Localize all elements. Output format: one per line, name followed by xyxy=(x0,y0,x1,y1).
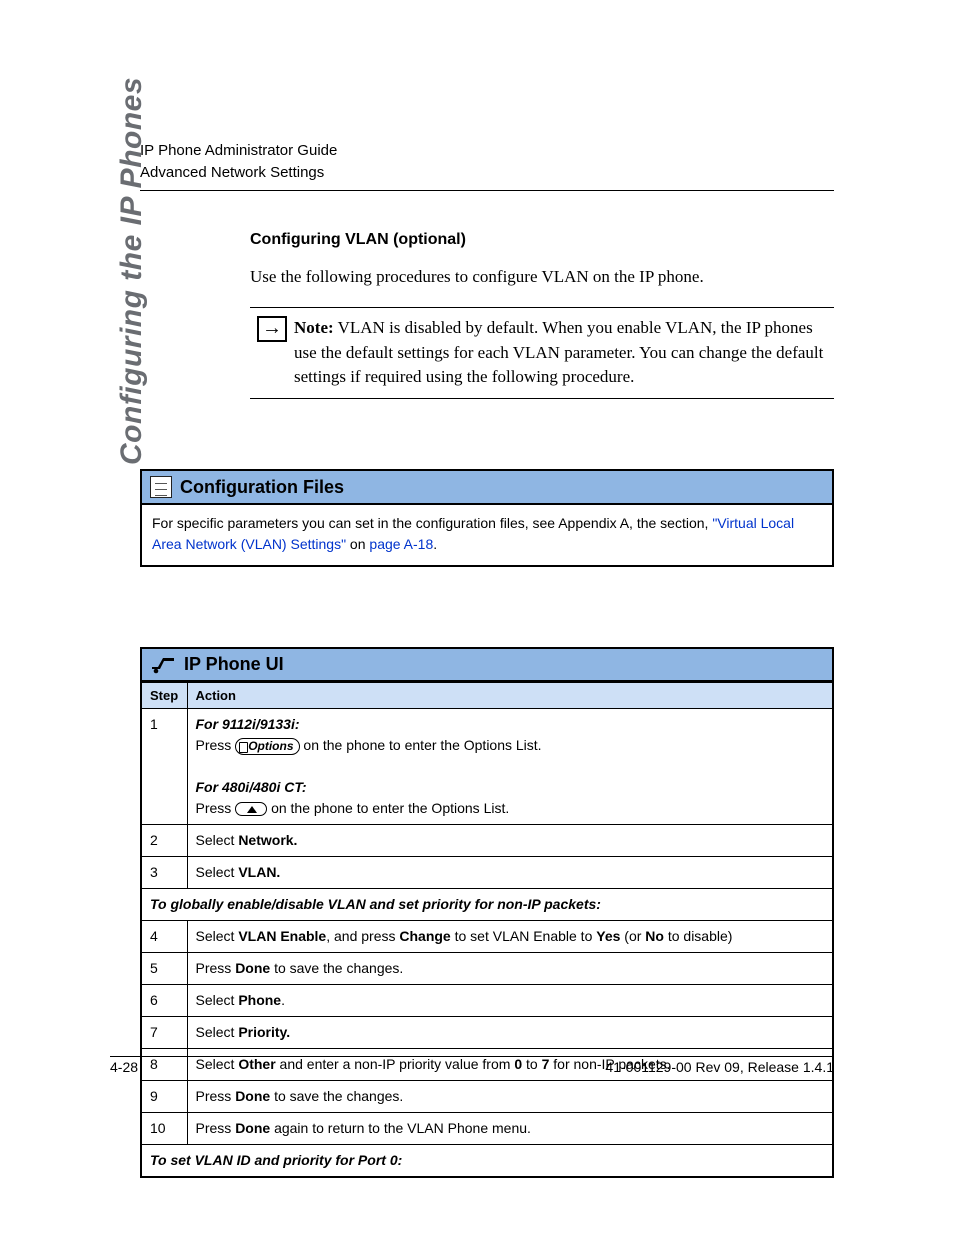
page-number: 4-28 xyxy=(110,1059,138,1075)
table-span-row: To set VLAN ID and priority for Port 0: xyxy=(141,1145,833,1178)
step-action: Select Network. xyxy=(187,825,833,857)
span-row-text: To set VLAN ID and priority for Port 0: xyxy=(141,1145,833,1178)
text: Select xyxy=(196,928,239,944)
table-row: 4 Select VLAN Enable, and press Change t… xyxy=(141,921,833,953)
ip-phone-ui-header: IP Phone UI xyxy=(140,647,834,682)
table-row: 1 For 9112i/9133i: Press Options on the … xyxy=(141,709,833,825)
bold-text: VLAN Enable xyxy=(238,928,326,944)
text: to disable) xyxy=(664,928,732,944)
page-footer: 4-28 41-001129-00 Rev 09, Release 1.4.1 xyxy=(110,1056,834,1075)
press-suffix-b: on the phone to enter the Options List. xyxy=(267,800,509,816)
step-num: 6 xyxy=(141,985,187,1017)
table-row: 6 Select Phone. xyxy=(141,985,833,1017)
press-text-b: Press xyxy=(196,800,236,816)
up-arrow-key-icon xyxy=(235,802,267,816)
config-files-header: Configuration Files xyxy=(140,469,834,505)
config-files-text-post: . xyxy=(433,536,437,552)
text: (or xyxy=(620,928,645,944)
bold-text: VLAN. xyxy=(238,864,280,880)
bold-text: Phone xyxy=(238,992,281,1008)
text: Select xyxy=(196,1024,239,1040)
step-action: Press Done to save the changes. xyxy=(187,1081,833,1113)
note-text: Note: VLAN is disabled by default. When … xyxy=(294,310,832,396)
arrow-right-icon xyxy=(257,316,287,342)
step-num: 1 xyxy=(141,709,187,825)
text: Press xyxy=(196,1120,236,1136)
press-suffix: on the phone to enter the Options List. xyxy=(300,737,542,753)
col-action: Action xyxy=(187,683,833,709)
bold-text: Done xyxy=(235,1088,270,1104)
bold-text: No xyxy=(645,928,664,944)
text: Select xyxy=(196,864,239,880)
chapter-side-tab: Configuring the IP Phones xyxy=(115,77,149,465)
step-action: Select Priority. xyxy=(187,1017,833,1049)
table-span-row: To globally enable/disable VLAN and set … xyxy=(141,889,833,921)
step-num: 10 xyxy=(141,1113,187,1145)
step-num: 7 xyxy=(141,1017,187,1049)
page-header: IP Phone Administrator Guide Advanced Ne… xyxy=(140,140,834,191)
options-key-icon: Options xyxy=(235,738,299,755)
bold-text: Done xyxy=(235,1120,270,1136)
col-step: Step xyxy=(141,683,187,709)
config-files-text-mid: on xyxy=(346,536,369,552)
note-label: Note: xyxy=(294,318,334,337)
config-files-text-pre: For specific parameters you can set in t… xyxy=(152,515,712,531)
header-section-title: Advanced Network Settings xyxy=(140,162,834,184)
step-action: Press Done to save the changes. xyxy=(187,953,833,985)
bold-text: Network. xyxy=(238,832,297,848)
bold-text: Priority. xyxy=(238,1024,290,1040)
step-action: For 9112i/9133i: Press Options on the ph… xyxy=(187,709,833,825)
text: again to return to the VLAN Phone menu. xyxy=(270,1120,531,1136)
step-action: Select VLAN Enable, and press Change to … xyxy=(187,921,833,953)
step-action: Select Phone. xyxy=(187,985,833,1017)
bold-text: Done xyxy=(235,960,270,976)
note-body: VLAN is disabled by default. When you en… xyxy=(294,318,823,386)
note-box: Note: VLAN is disabled by default. When … xyxy=(250,307,834,399)
subsection-intro: Use the following procedures to configur… xyxy=(250,265,834,290)
subsection-title: Configuring VLAN (optional) xyxy=(250,231,834,249)
header-rule xyxy=(140,190,834,191)
link-page-a18[interactable]: page A-18 xyxy=(369,536,433,552)
document-icon xyxy=(150,476,172,498)
text: to save the changes. xyxy=(270,960,403,976)
table-row: 2 Select Network. xyxy=(141,825,833,857)
table-row: 7 Select Priority. xyxy=(141,1017,833,1049)
step-num: 4 xyxy=(141,921,187,953)
step-action: Select VLAN. xyxy=(187,857,833,889)
table-row: 9 Press Done to save the changes. xyxy=(141,1081,833,1113)
header-guide-title: IP Phone Administrator Guide xyxy=(140,140,834,162)
press-text: Press xyxy=(196,737,236,753)
text: , and press xyxy=(326,928,399,944)
bold-text: Change xyxy=(399,928,450,944)
phone-icon xyxy=(150,655,176,675)
table-row: 5 Press Done to save the changes. xyxy=(141,953,833,985)
table-header-row: Step Action xyxy=(141,683,833,709)
text: to save the changes. xyxy=(270,1088,403,1104)
text: Press xyxy=(196,1088,236,1104)
span-row-text: To globally enable/disable VLAN and set … xyxy=(141,889,833,921)
step-num: 9 xyxy=(141,1081,187,1113)
config-files-body: For specific parameters you can set in t… xyxy=(140,505,834,567)
for-480-label: For 480i/480i CT: xyxy=(196,779,307,795)
text: Select xyxy=(196,992,239,1008)
table-row: 10 Press Done again to return to the VLA… xyxy=(141,1113,833,1145)
config-files-title: Configuration Files xyxy=(180,477,344,498)
step-num: 3 xyxy=(141,857,187,889)
step-num: 2 xyxy=(141,825,187,857)
text: Press xyxy=(196,960,236,976)
step-action: Press Done again to return to the VLAN P… xyxy=(187,1113,833,1145)
doc-revision: 41-001129-00 Rev 09, Release 1.4.1 xyxy=(605,1059,834,1075)
step-table: Step Action 1 For 9112i/9133i: Press Opt… xyxy=(140,682,834,1178)
for-9112-label: For 9112i/9133i: xyxy=(196,716,300,732)
bold-text: Yes xyxy=(596,928,620,944)
text: . xyxy=(281,992,285,1008)
text: to set VLAN Enable to xyxy=(451,928,597,944)
text: Select xyxy=(196,832,239,848)
table-row: 3 Select VLAN. xyxy=(141,857,833,889)
step-num: 5 xyxy=(141,953,187,985)
ip-phone-ui-title: IP Phone UI xyxy=(184,654,284,675)
